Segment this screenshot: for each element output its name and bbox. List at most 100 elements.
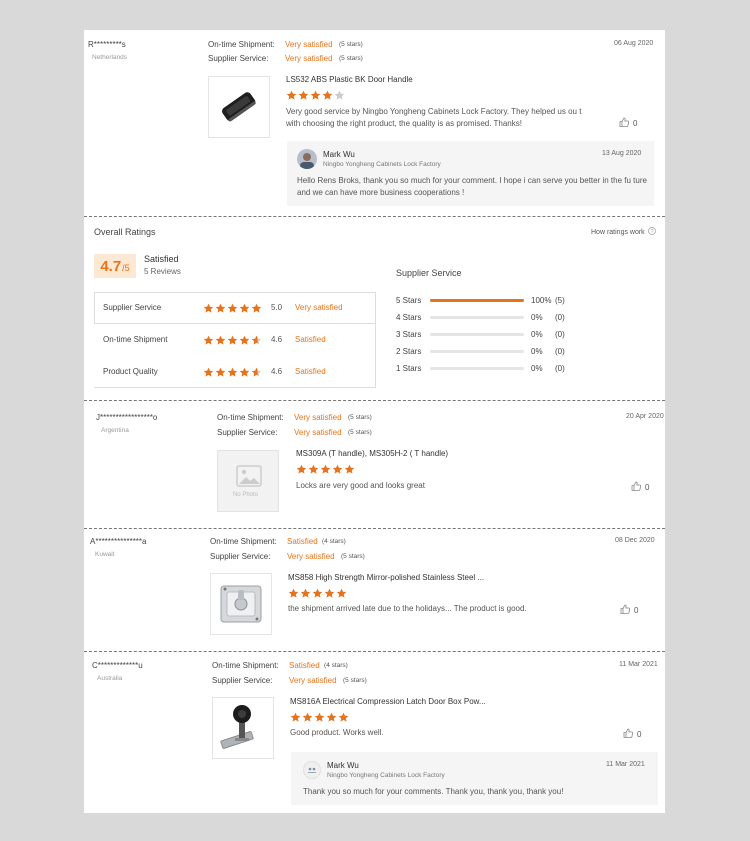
star-icon	[251, 335, 262, 345]
breakdown-percent: 0%	[531, 313, 543, 322]
breakdown-bar-fill	[430, 299, 524, 302]
star-icon	[286, 90, 297, 100]
reviewer-name: J*****************o	[96, 413, 158, 422]
rating-name: Supplier Service	[103, 303, 162, 312]
star-icon	[308, 464, 319, 474]
divider	[84, 528, 665, 529]
product-rating	[290, 712, 349, 723]
reply-date: 11 Mar 2021	[606, 761, 645, 768]
like-count: 0	[637, 729, 642, 739]
reviewer-country: Argentina	[101, 427, 129, 434]
ontime-value: Very satisfied	[285, 40, 333, 49]
reviewer-name: A***************a	[90, 537, 147, 546]
service-stars: (5 stars)	[348, 429, 372, 436]
like-button[interactable]: 0	[619, 117, 637, 129]
breakdown-bar	[430, 333, 524, 336]
rating-verdict: Satisfied	[295, 367, 326, 376]
product-title[interactable]: MS816A Electrical Compression Latch Door…	[290, 697, 486, 706]
ontime-value: Very satisfied	[294, 413, 342, 422]
star-icon	[227, 335, 238, 345]
ontime-label: On-time Shipment:	[208, 40, 275, 49]
overall-score-suffix: /5	[122, 263, 130, 273]
thumbs-up-icon	[619, 117, 630, 129]
compression-latch-image	[220, 705, 254, 749]
breakdown-count: (0)	[555, 364, 565, 373]
product-thumbnail[interactable]	[212, 697, 274, 759]
product-title[interactable]: MS858 High Strength Mirror-polished Stai…	[288, 573, 484, 582]
star-icon	[296, 464, 307, 474]
reply-company: Ningbo Yongheng Cabinets Lock Factory	[323, 161, 441, 168]
star-icon	[298, 90, 309, 100]
review-date: 08 Dec 2020	[615, 537, 655, 544]
ontime-stars: (5 stars)	[348, 414, 372, 421]
star-icon	[203, 335, 214, 345]
star-icon	[326, 712, 337, 722]
star-icon	[227, 367, 238, 377]
service-value: Very satisfied	[287, 552, 335, 561]
ontime-label: On-time Shipment:	[217, 413, 284, 422]
reply-company: Ningbo Yongheng Cabinets Lock Factory	[327, 772, 445, 779]
star-icon	[314, 712, 325, 722]
thumbs-up-icon	[620, 604, 631, 616]
rating-stars	[203, 367, 262, 378]
thumbs-up-icon	[623, 728, 634, 740]
breakdown-percent: 100%	[531, 296, 552, 305]
breakdown-label: 4 Stars	[396, 313, 422, 322]
help-icon: ?	[647, 227, 656, 237]
overall-score-badge: 4.7 /5	[94, 254, 136, 278]
breakdown-bar	[430, 350, 524, 353]
thumbs-up-icon	[631, 481, 642, 493]
product-thumbnail[interactable]: No Photo	[217, 450, 279, 512]
breakdown-title: Supplier Service	[396, 268, 462, 278]
star-icon	[310, 90, 321, 100]
breakdown-percent: 0%	[531, 347, 543, 356]
breakdown-percent: 0%	[531, 330, 543, 339]
star-icon	[215, 335, 226, 345]
ontime-stars: (5 stars)	[339, 41, 363, 48]
review-text: Locks are very good and looks great	[296, 481, 425, 490]
review-text: Good product. Works well.	[290, 728, 384, 737]
rating-score: 5.0	[271, 303, 283, 312]
reviewer-country: Australia	[97, 675, 123, 682]
star-icon	[239, 335, 250, 345]
service-label: Supplier Service:	[217, 428, 278, 437]
star-icon	[320, 464, 331, 474]
product-title[interactable]: LS532 ABS Plastic BK Door Handle	[286, 75, 413, 84]
stainless-latch-image	[220, 585, 262, 623]
breakdown-count: (0)	[555, 330, 565, 339]
like-button[interactable]: 0	[631, 481, 649, 493]
like-count: 0	[645, 482, 650, 492]
star-icon	[302, 712, 313, 722]
star-icon	[203, 303, 214, 313]
reply-date: 13 Aug 2020	[602, 150, 642, 157]
star-icon	[227, 303, 238, 313]
product-thumbnail[interactable]	[208, 76, 270, 138]
like-button[interactable]: 0	[620, 604, 638, 616]
rating-verdict: Satisfied	[295, 335, 326, 344]
supplier-reply: Mark Wu Ningbo Yongheng Cabinets Lock Fa…	[291, 752, 658, 805]
breakdown-bar	[430, 316, 524, 319]
how-ratings-work-link[interactable]: How ratings work ?	[591, 227, 656, 237]
breakdown-label: 1 Stars	[396, 364, 422, 373]
star-icon	[215, 367, 226, 377]
how-ratings-label: How ratings work	[591, 228, 645, 236]
service-stars: (5 stars)	[339, 55, 363, 62]
divider	[84, 400, 665, 401]
star-icon	[322, 90, 333, 100]
breakdown-count: (0)	[555, 313, 565, 322]
product-title[interactable]: MS309A (T handle), MS305H-2 ( T handle)	[296, 449, 448, 458]
ontime-label: On-time Shipment:	[212, 661, 279, 670]
like-button[interactable]: 0	[623, 728, 641, 740]
service-stars: (5 stars)	[341, 553, 365, 560]
ontime-label: On-time Shipment:	[210, 537, 277, 546]
product-thumbnail[interactable]	[210, 573, 272, 635]
rating-name: Product Quality	[103, 367, 158, 376]
review-text: the shipment arrived late due to the hol…	[288, 604, 527, 613]
service-stars: (5 stars)	[343, 677, 367, 684]
divider	[84, 216, 665, 217]
image-placeholder-icon	[236, 465, 262, 487]
review-count: 5 Reviews	[144, 267, 181, 276]
no-photo-label: No Photo	[233, 492, 259, 498]
door-handle-image	[222, 92, 256, 122]
star-icon	[239, 367, 250, 377]
